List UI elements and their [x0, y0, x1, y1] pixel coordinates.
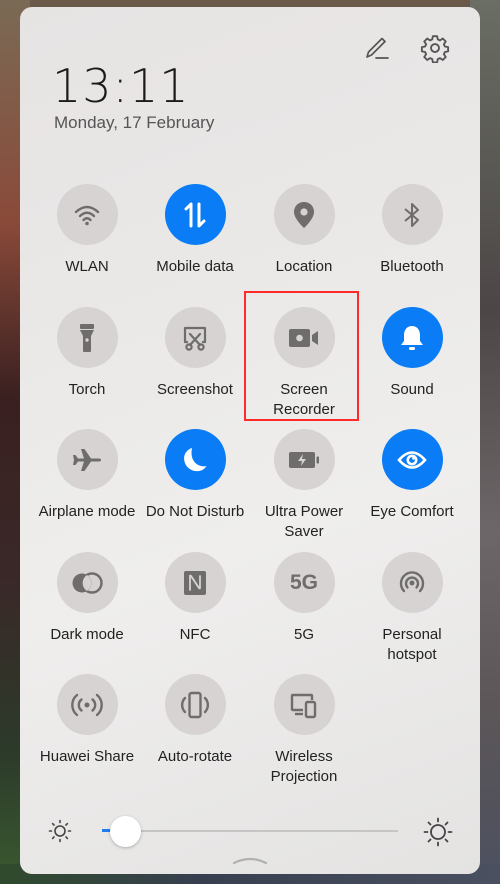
- flashlight-icon: [80, 323, 94, 352]
- tile-ultra-power-saver[interactable]: Ultra Power Saver: [250, 429, 358, 542]
- tile-5g[interactable]: 5G 5G: [250, 552, 358, 645]
- brightness-thumb[interactable]: [110, 816, 142, 847]
- tile-label: Do Not Disturb: [145, 503, 245, 520]
- tile-label: Location: [275, 258, 333, 275]
- tile-auto-rotate[interactable]: Auto-rotate: [141, 674, 249, 767]
- nfc-toggle[interactable]: [164, 552, 226, 613]
- brightness-slider[interactable]: [20, 812, 480, 850]
- personal-hotspot-toggle[interactable]: [381, 552, 443, 613]
- tile-screen-recorder[interactable]: Screen Recorder: [250, 307, 358, 420]
- tile-label: Bluetooth: [380, 258, 444, 275]
- projection-icon: [290, 693, 317, 718]
- ultra-power-saver-toggle[interactable]: [273, 429, 335, 490]
- tile-label: Personal hotspot: [382, 626, 442, 663]
- clock-date: Monday, 17 February: [54, 113, 215, 132]
- location-toggle[interactable]: [273, 184, 335, 245]
- 5g-toggle[interactable]: 5G: [273, 552, 335, 613]
- huawei-share-toggle[interactable]: [56, 674, 118, 735]
- tile-label: Wireless Projection: [270, 748, 338, 785]
- airplane-icon: [73, 448, 101, 471]
- tile-huawei-share[interactable]: Huawei Share: [33, 674, 141, 767]
- clock-time: 13:11: [52, 59, 190, 113]
- 5g-icon: 5G: [289, 570, 318, 594]
- header-icons: [362, 33, 450, 63]
- tile-label: Screenshot: [157, 381, 233, 398]
- mobile-data-toggle[interactable]: [164, 184, 226, 245]
- tile-do-not-disturb[interactable]: Do Not Disturb: [141, 429, 249, 522]
- sound-toggle[interactable]: [381, 307, 443, 368]
- edit-icon[interactable]: [362, 33, 392, 63]
- moon-icon: [184, 447, 207, 471]
- tile-label: WLAN: [65, 258, 109, 275]
- tile-screenshot[interactable]: Screenshot: [141, 307, 249, 400]
- tile-bluetooth[interactable]: Bluetooth: [358, 184, 466, 277]
- tile-label: Eye Comfort: [370, 503, 454, 520]
- tile-label: Auto-rotate: [157, 748, 233, 765]
- brightness-track[interactable]: [102, 830, 398, 832]
- eye-icon: [397, 450, 427, 469]
- wlan-toggle[interactable]: [56, 184, 118, 245]
- torch-toggle[interactable]: [56, 307, 118, 368]
- tile-label: Huawei Share: [39, 748, 135, 765]
- tile-label: 5G: [293, 626, 314, 643]
- tile-airplane-mode[interactable]: Airplane mode: [33, 429, 141, 522]
- battery-bolt-icon: [289, 451, 319, 468]
- auto-rotate-icon: [180, 691, 210, 718]
- tile-torch[interactable]: Torch: [33, 307, 141, 400]
- mobile-data-icon: [184, 202, 206, 227]
- eye-comfort-toggle[interactable]: [381, 429, 443, 490]
- tile-nfc[interactable]: NFC: [141, 552, 249, 645]
- brightness-high-icon: [423, 817, 453, 847]
- bluetooth-toggle[interactable]: [381, 184, 443, 245]
- screen-recorder-toggle[interactable]: [273, 307, 335, 368]
- tile-wlan[interactable]: WLAN: [33, 184, 141, 277]
- auto-rotate-toggle[interactable]: [164, 674, 226, 735]
- tile-mobile-data[interactable]: Mobile data: [141, 184, 249, 277]
- tile-location[interactable]: Location: [250, 184, 358, 277]
- video-camera-icon: [289, 328, 318, 347]
- collapse-handle[interactable]: [232, 855, 268, 865]
- tile-wireless-projection[interactable]: Wireless Projection: [250, 674, 358, 787]
- hotspot-icon: [399, 570, 425, 592]
- wifi-icon: [74, 205, 100, 225]
- airplane-mode-toggle[interactable]: [56, 429, 118, 490]
- location-pin-icon: [294, 201, 314, 228]
- tile-label: Sound: [390, 381, 434, 398]
- bluetooth-icon: [404, 202, 419, 227]
- share-broadcast-icon: [71, 693, 103, 716]
- quick-settings-panel: 13:11 Monday, 17 February WLAN Mobile da…: [20, 7, 480, 874]
- bell-icon: [401, 325, 423, 350]
- settings-icon[interactable]: [420, 33, 450, 63]
- screenshot-scissors-icon: [183, 326, 207, 351]
- tile-label: Dark mode: [50, 626, 124, 643]
- dark-mode-toggle[interactable]: [56, 552, 118, 613]
- tile-personal-hotspot[interactable]: Personal hotspot: [358, 552, 466, 665]
- do-not-disturb-toggle[interactable]: [164, 429, 226, 490]
- tile-sound[interactable]: Sound: [358, 307, 466, 400]
- tile-label: Ultra Power Saver: [264, 503, 344, 540]
- tile-label: Airplane mode: [38, 503, 136, 520]
- tile-label: Screen Recorder: [273, 381, 335, 418]
- tile-label: Mobile data: [156, 258, 234, 275]
- screenshot-toggle[interactable]: [164, 307, 226, 368]
- tile-label: Torch: [68, 381, 106, 398]
- tile-dark-mode[interactable]: Dark mode: [33, 552, 141, 645]
- brightness-low-icon: [48, 819, 72, 843]
- wireless-projection-toggle[interactable]: [273, 674, 335, 735]
- nfc-icon: [184, 570, 206, 595]
- tile-label: NFC: [179, 626, 211, 643]
- tile-eye-comfort[interactable]: Eye Comfort: [358, 429, 466, 522]
- dark-mode-icon: [72, 571, 103, 594]
